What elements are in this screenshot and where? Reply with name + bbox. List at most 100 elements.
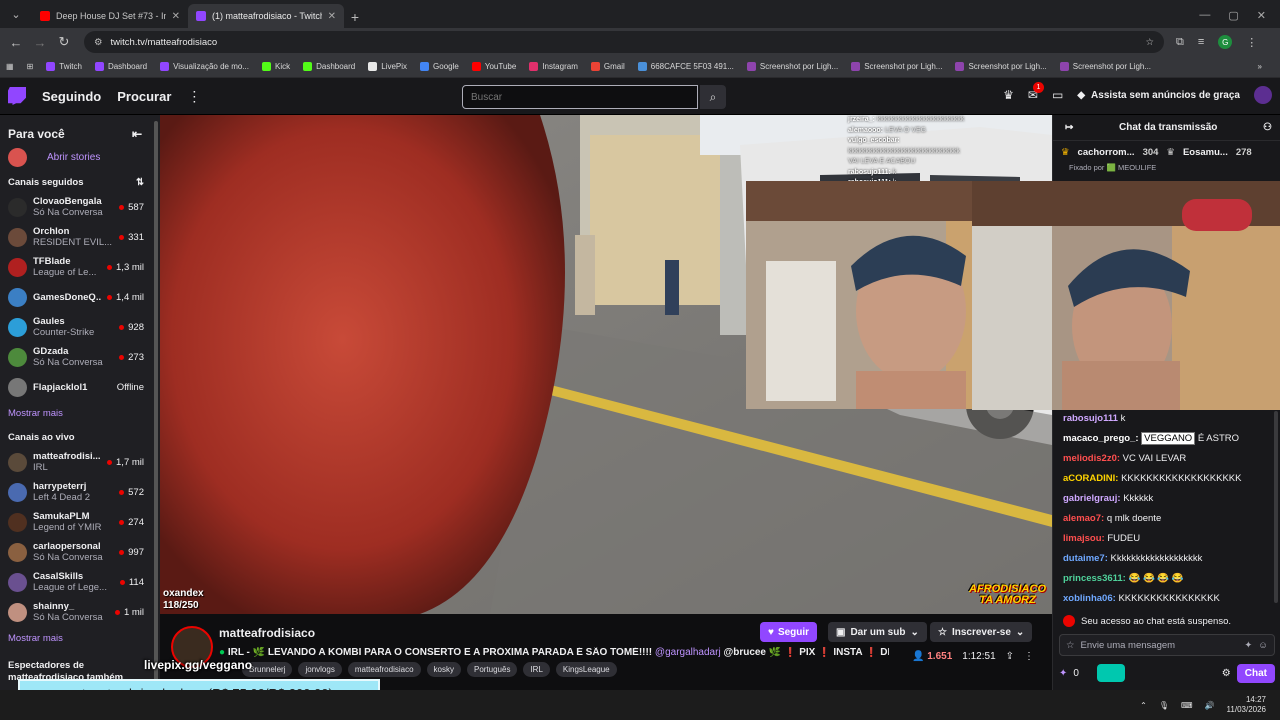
stream-tag[interactable]: IRL xyxy=(523,662,550,677)
back-button[interactable]: ← xyxy=(4,35,28,50)
nav-following[interactable]: Seguindo xyxy=(42,89,101,104)
streamer-name[interactable]: matteafrodisiaco xyxy=(219,626,315,640)
chat-scrollbar[interactable] xyxy=(1274,411,1278,603)
chat-message[interactable]: meliodis2z0: VC VAI LEVAR xyxy=(1063,449,1273,469)
mic-icon[interactable]: 🎙 xyxy=(1159,701,1169,710)
bookmark-item[interactable]: 668CAFCE 5F03 491... xyxy=(637,62,734,71)
new-tab-button[interactable]: + xyxy=(344,9,366,25)
chat-username[interactable]: princess3611: xyxy=(1063,573,1126,584)
sidebar-channel[interactable]: Orchlon RESIDENT EVIL... 331 xyxy=(0,222,152,252)
show-more-live[interactable]: Mostrar mais xyxy=(0,627,152,649)
bookmark-item[interactable]: Twitch xyxy=(46,62,82,71)
chat-message[interactable]: gabrielgrauj: Kkkkkk xyxy=(1063,489,1273,509)
more-options-icon[interactable]: ⋮ xyxy=(187,88,201,105)
notifications-icon[interactable]: ✉ 1 xyxy=(1028,82,1044,102)
emote-picker-icon[interactable]: ☆ xyxy=(1066,640,1075,651)
maximize-button[interactable]: ▢ xyxy=(1228,9,1238,22)
send-chat-button[interactable]: Chat xyxy=(1236,663,1275,683)
sidebar-channel[interactable]: Flapjacklol1 Offline xyxy=(0,372,152,402)
leader-2-name[interactable]: Eosamu... xyxy=(1183,147,1228,158)
nav-browse[interactable]: Procurar xyxy=(117,89,171,104)
sort-icon[interactable]: ⇅ xyxy=(136,177,144,188)
bookmark-item[interactable]: Dashboard xyxy=(303,62,355,71)
media-control-icon[interactable]: ≡ xyxy=(1198,36,1204,48)
bookmark-item[interactable]: Gmail xyxy=(590,62,625,71)
volume-icon[interactable]: 🔊 xyxy=(1205,701,1215,710)
chat-message[interactable]: aCORADINI: KKKKKKKKKKKKKKKKKKK xyxy=(1063,469,1273,489)
browser-tab-youtube[interactable]: Deep House DJ Set #73 - In The ✕ xyxy=(32,4,188,28)
chat-username[interactable]: gabrielgrauj: xyxy=(1063,493,1121,504)
sidebar-channel[interactable]: carlaopersonal Só Na Conversa 997 xyxy=(0,537,152,567)
grid-icon[interactable]: ⊞ xyxy=(27,62,34,71)
reload-button[interactable]: ↻ xyxy=(52,34,76,50)
stream-tag[interactable]: jonvlogs xyxy=(298,662,342,677)
browser-menu-icon[interactable]: ⋮ xyxy=(1246,36,1257,49)
bookmark-item[interactable]: YouTube xyxy=(471,62,516,71)
collapse-chat-icon[interactable]: ↦ xyxy=(1065,122,1073,133)
settings-icon[interactable]: ⚙ xyxy=(1222,668,1231,679)
chat-message[interactable]: xoblinha06: KKKKKKKKKKKKKKKK xyxy=(1063,589,1273,609)
pinned-message[interactable]: Fixado por 🟩 MEOULIFE xyxy=(1053,163,1280,177)
browser-tab-twitch[interactable]: (1) matteafrodisiaco - Twitch ✕ xyxy=(188,4,344,28)
stream-tag[interactable]: kosky xyxy=(426,662,461,677)
sidebar-channel[interactable]: shainny_ Só Na Conversa 1 mil xyxy=(0,597,152,627)
whispers-icon[interactable]: ▭ xyxy=(1052,88,1063,102)
bookmark-item[interactable]: Screenshot por Ligh... xyxy=(851,62,942,71)
chat-username[interactable]: rabosujo111 xyxy=(1063,413,1118,424)
users-icon[interactable]: ⚇ xyxy=(1263,122,1272,133)
chat-message[interactable]: dutaime7: Kkkkkkkkkkkkkkkkkkk xyxy=(1063,549,1273,569)
sidebar-channel[interactable]: GamesDoneQ... 1,4 mil xyxy=(0,282,152,312)
apps-icon[interactable]: ▦ xyxy=(6,62,14,71)
prime-crown-icon[interactable]: ♛ xyxy=(1003,88,1014,102)
bookmark-item[interactable]: Screenshot por Ligh... xyxy=(955,62,1047,71)
search-input[interactable] xyxy=(462,85,698,109)
chat-username[interactable]: macaco_prego_: xyxy=(1063,433,1139,444)
sidebar-channel[interactable]: ClovaoBengala Só Na Conversa 587 xyxy=(0,192,152,222)
chat-message[interactable]: limajsou: FUDEU xyxy=(1063,529,1273,549)
close-icon[interactable]: ✕ xyxy=(172,11,180,22)
emoji-icon[interactable]: ☺ xyxy=(1258,640,1268,651)
chat-message[interactable]: macaco_prego_: VEGGANO É ASTRO xyxy=(1063,429,1273,449)
profile-avatar[interactable]: G xyxy=(1218,35,1233,49)
stream-tag[interactable]: Português xyxy=(466,662,518,677)
chat-username[interactable]: alemao7: xyxy=(1063,513,1104,524)
sidebar-channel[interactable]: harrypeterrj Left 4 Dead 2 572 xyxy=(0,477,152,507)
bookmark-item[interactable]: Google xyxy=(420,62,459,71)
chat-username[interactable]: meliodis2z0: xyxy=(1063,453,1120,464)
collapse-sidebar-icon[interactable]: ⇤ xyxy=(132,127,142,141)
subscribe-button[interactable]: ☆ Inscrever-se ⌄ xyxy=(930,622,1033,642)
bookmark-item[interactable]: Visualização de mo... xyxy=(160,62,249,71)
stream-tag[interactable]: matteafrodisiaco xyxy=(347,662,421,677)
bookmark-item[interactable]: Dashboard xyxy=(94,62,147,71)
site-info-icon[interactable]: ⚙ xyxy=(94,37,103,48)
bookmark-star-icon[interactable]: ☆ xyxy=(1145,37,1154,48)
sidebar-channel[interactable]: TFBlade League of Le... 1,3 mil xyxy=(0,252,152,282)
follow-button[interactable]: ♥ Seguir xyxy=(760,622,818,642)
chat-message[interactable]: princess3611: 😂 😂 😂 😂 xyxy=(1063,569,1273,589)
chat-username[interactable]: limajsou: xyxy=(1063,533,1105,544)
network-icon[interactable]: ⌨ xyxy=(1181,701,1193,710)
bookmark-item[interactable]: Screenshot por Ligh... xyxy=(1059,62,1151,71)
chat-message[interactable]: alemao7: q mlk doente xyxy=(1063,509,1273,529)
extensions-icon[interactable]: ⧉ xyxy=(1176,36,1184,49)
bookmark-item[interactable]: LivePix xyxy=(368,62,407,71)
bits-icon[interactable]: ✦ xyxy=(1244,640,1252,651)
close-window-button[interactable]: ✕ xyxy=(1257,9,1266,22)
chat-username[interactable]: aCORADINI: xyxy=(1063,473,1118,484)
url-field[interactable]: ⚙ twitch.tv/matteafrodisiaco ☆ xyxy=(84,31,1164,53)
video-player[interactable]: jrzeira_: kkkkkkkkkkkkkkkkkkkkkkkkk alema… xyxy=(160,115,1052,614)
bookmarks-overflow-icon[interactable]: » xyxy=(1258,62,1262,71)
more-options-icon[interactable]: ⋮ xyxy=(1024,651,1034,662)
title-mention[interactable]: @gargalhadarj xyxy=(655,647,721,658)
minimize-button[interactable]: — xyxy=(1199,9,1210,22)
chat-input[interactable]: ☆ Envie uma mensagem ✦ ☺ xyxy=(1059,634,1275,656)
search-icon[interactable]: ⌕ xyxy=(700,85,726,109)
tray-chevron-icon[interactable]: ⌃ xyxy=(1140,701,1147,710)
stream-tag[interactable]: KingsLeague xyxy=(555,662,617,677)
chat-username[interactable]: xoblinha06: xyxy=(1063,593,1116,604)
show-more-followed[interactable]: Mostrar mais xyxy=(0,402,152,424)
bookmark-item[interactable]: Screenshot por Ligh... xyxy=(746,62,838,71)
forward-button[interactable]: → xyxy=(28,35,52,50)
sidebar-channel[interactable]: Gaules Counter-Strike 928 xyxy=(0,312,152,342)
sidebar-channel[interactable]: GDzada Só Na Conversa 273 xyxy=(0,342,152,372)
